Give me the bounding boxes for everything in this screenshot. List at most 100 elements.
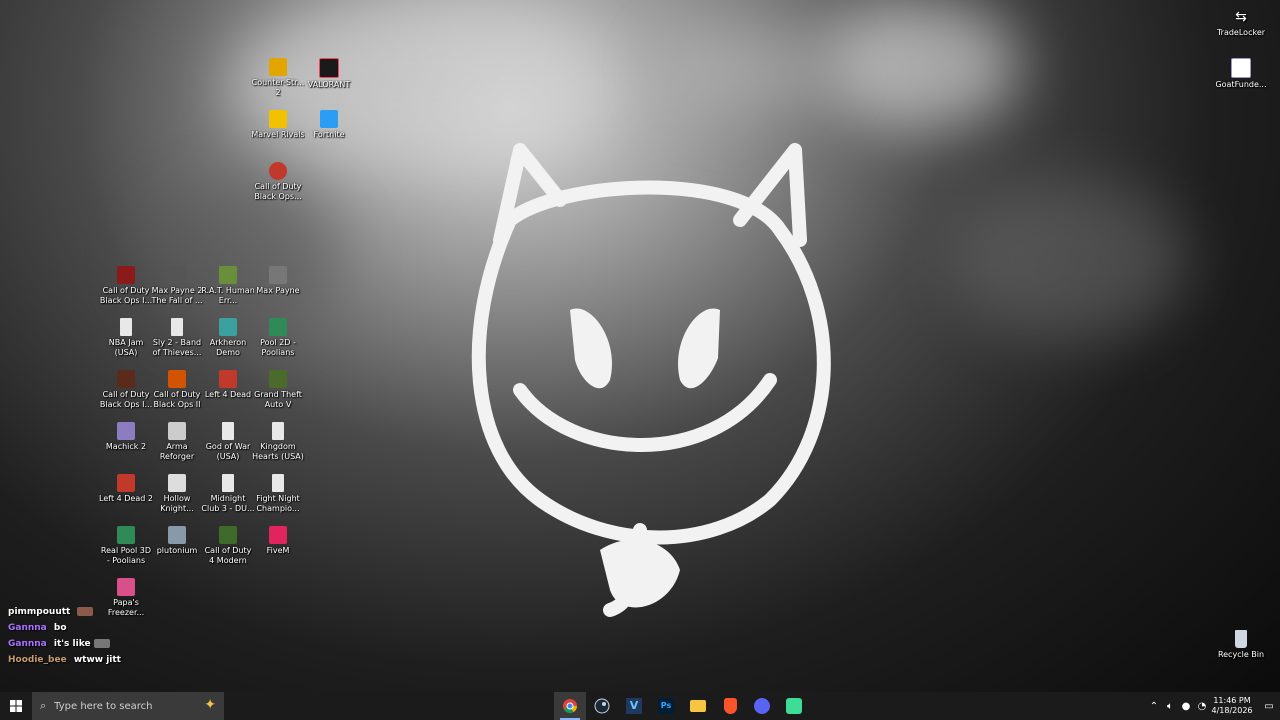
- rat-icon: [219, 266, 237, 284]
- desktop-shortcut[interactable]: Max Payne 2 The Fall of ...: [150, 266, 204, 306]
- papas-freezeria-icon: [117, 578, 135, 596]
- desktop-shortcut-recycle-bin[interactable]: Recycle Bin: [1214, 630, 1268, 660]
- desktop-shortcut[interactable]: Max Payne: [251, 266, 305, 296]
- chat-message: Hoodie_bee wtww jitt: [8, 652, 121, 668]
- desktop-shortcut[interactable]: Kingdom Hearts (USA): [251, 422, 305, 462]
- discord-icon: [754, 698, 770, 714]
- desktop-shortcut[interactable]: Call of Duty Black Ops I...: [99, 266, 153, 306]
- taskbar-app-brave[interactable]: [714, 692, 746, 720]
- taskbar-app-discord[interactable]: [746, 692, 778, 720]
- notification-icon[interactable]: ▭: [1258, 701, 1280, 712]
- taskbar-clock[interactable]: 11:46 PM 4/18/2026: [1210, 696, 1254, 716]
- file-icon: [222, 474, 234, 492]
- fortnite-icon: [320, 110, 338, 128]
- desktop-shortcut[interactable]: Fight Night Champio...: [251, 474, 305, 514]
- recycle-bin-icon: [1235, 630, 1247, 648]
- sparkle-icon: ✦: [204, 697, 216, 713]
- chat-text: bo: [53, 623, 67, 633]
- devil-smiley-graphic: [471, 143, 831, 617]
- max-payne-icon: [269, 266, 287, 284]
- shortcut-label: R.A.T. Human Err...: [201, 286, 255, 305]
- microphone-icon[interactable]: ●: [1178, 701, 1194, 712]
- call-of-duty-icon: [117, 370, 135, 388]
- search-icon: ⌕: [40, 699, 47, 712]
- shortcut-label: Sly 2 - Band of Thieves...: [152, 338, 202, 357]
- shortcut-label: Marvel Rivals: [251, 130, 305, 139]
- file-icon: [222, 422, 234, 440]
- desktop-shortcut[interactable]: God of War (USA): [201, 422, 255, 462]
- hollow-knight-icon: [168, 474, 186, 492]
- shortcut-label: Fortnite: [313, 130, 345, 139]
- desktop-shortcut[interactable]: Grand Theft Auto V: [251, 370, 305, 410]
- network-icon[interactable]: ◔: [1194, 701, 1210, 712]
- clock-time: 11:46 PM: [1213, 696, 1251, 705]
- volume-icon[interactable]: 🔈︎: [1162, 701, 1178, 712]
- shortcut-label: TradeLocker: [1216, 28, 1266, 37]
- desktop-shortcut[interactable]: plutonium: [150, 526, 204, 556]
- shortcut-label: Fight Night Champio...: [256, 494, 300, 513]
- taskbar-app-chrome[interactable]: [554, 692, 586, 720]
- desktop-shortcut[interactable]: Call of Duty Black Ops I...: [99, 370, 153, 410]
- desktop-shortcut-marvel-rivals[interactable]: Marvel Rivals: [251, 110, 305, 140]
- shortcut-label: Recycle Bin: [1217, 650, 1265, 659]
- desktop-shortcut[interactable]: Call of Duty Black Ops II: [150, 370, 204, 410]
- taskbar-app-file-explorer[interactable]: [682, 692, 714, 720]
- desktop-shortcut[interactable]: Machick 2: [99, 422, 153, 452]
- shortcut-label: Call of Duty Black Ops I...: [99, 286, 153, 305]
- start-button[interactable]: [0, 692, 32, 720]
- shortcut-label: Max Payne 2 The Fall of ...: [151, 286, 203, 305]
- desktop-shortcut-goatfunded[interactable]: GoatFunde...: [1214, 58, 1268, 90]
- desktop-shortcut[interactable]: R.A.T. Human Err...: [201, 266, 255, 306]
- desktop-shortcut[interactable]: Sly 2 - Band of Thieves...: [150, 318, 204, 358]
- desktop-shortcut[interactable]: Real Pool 3D - Poolians: [99, 526, 153, 566]
- shortcut-label: Pool 2D - Poolians: [260, 338, 296, 357]
- shortcut-label: Machick 2: [105, 442, 147, 451]
- folder-icon: [690, 700, 706, 712]
- fivem-icon: [269, 526, 287, 544]
- desktop-shortcut[interactable]: Pool 2D - Poolians: [251, 318, 305, 358]
- desktop-shortcut[interactable]: Left 4 Dead: [201, 370, 255, 400]
- chat-username: Gannna: [8, 639, 47, 649]
- desktop-shortcut[interactable]: Midnight Club 3 - DU...: [201, 474, 255, 514]
- shortcut-label: Call of Duty Black Ops I...: [99, 390, 153, 409]
- stream-chat-overlay: pimmpouutt Gannna bo Gannna it's like Ho…: [8, 604, 121, 668]
- machick-icon: [117, 422, 135, 440]
- arma-icon: [168, 422, 186, 440]
- desktop-shortcut[interactable]: Call of Duty 4 Modern Wa...: [201, 526, 255, 566]
- chat-username: Hoodie_bee: [8, 655, 67, 665]
- desktop-shortcut-tradelocker[interactable]: ⇆ TradeLocker: [1214, 8, 1268, 38]
- taskbar-search-box[interactable]: ⌕ Type here to search ✦: [32, 692, 224, 720]
- shortcut-label: Left 4 Dead: [204, 390, 252, 399]
- taskbar-app-steam[interactable]: [586, 692, 618, 720]
- taskbar-app-game[interactable]: [778, 692, 810, 720]
- desktop-shortcut[interactable]: Hollow Knight...: [150, 474, 204, 514]
- shortcut-label: NBA Jam (USA): [108, 338, 144, 357]
- marvel-rivals-icon: [269, 110, 287, 128]
- desktop-shortcut[interactable]: Arma Reforger: [150, 422, 204, 462]
- desktop-shortcut[interactable]: NBA Jam (USA): [99, 318, 153, 358]
- desktop-shortcut-counter-strike[interactable]: Counter-Str... 2: [251, 58, 305, 98]
- chat-text: wtww jitt: [73, 655, 121, 665]
- shortcut-label: VALORANT: [307, 80, 351, 89]
- call-of-duty-icon: [219, 526, 237, 544]
- chevron-up-icon[interactable]: ⌃: [1146, 701, 1162, 712]
- chat-message: Gannna bo: [8, 620, 121, 636]
- desktop-shortcut-valorant[interactable]: VALORANT: [302, 58, 356, 90]
- shortcut-label: Counter-Str... 2: [251, 78, 305, 97]
- shortcut-label: Real Pool 3D - Poolians: [100, 546, 152, 565]
- shortcut-label: FiveM: [266, 546, 290, 555]
- system-tray: ⌃ 🔈︎ ● ◔ 11:46 PM 4/18/2026 ▭: [1146, 692, 1280, 720]
- desktop-shortcut-cod-black-ops[interactable]: Call of Duty Black Ops...: [251, 162, 305, 202]
- desktop-shortcut[interactable]: FiveM: [251, 526, 305, 556]
- desktop-shortcut[interactable]: Arkheron Demo: [201, 318, 255, 358]
- goatfunded-icon: [1231, 58, 1251, 78]
- desktop-shortcut[interactable]: Left 4 Dead 2: [99, 474, 153, 504]
- tradelocker-icon: ⇆: [1235, 9, 1247, 25]
- taskbar-app-visual-studio[interactable]: V: [618, 692, 650, 720]
- shortcut-label: Grand Theft Auto V: [254, 390, 302, 409]
- shortcut-label: God of War (USA): [205, 442, 251, 461]
- shortcut-label: Hollow Knight...: [160, 494, 194, 513]
- shortcut-label: Arkheron Demo: [209, 338, 247, 357]
- taskbar-app-photoshop[interactable]: Ps: [650, 692, 682, 720]
- desktop-shortcut-fortnite[interactable]: Fortnite: [302, 110, 356, 140]
